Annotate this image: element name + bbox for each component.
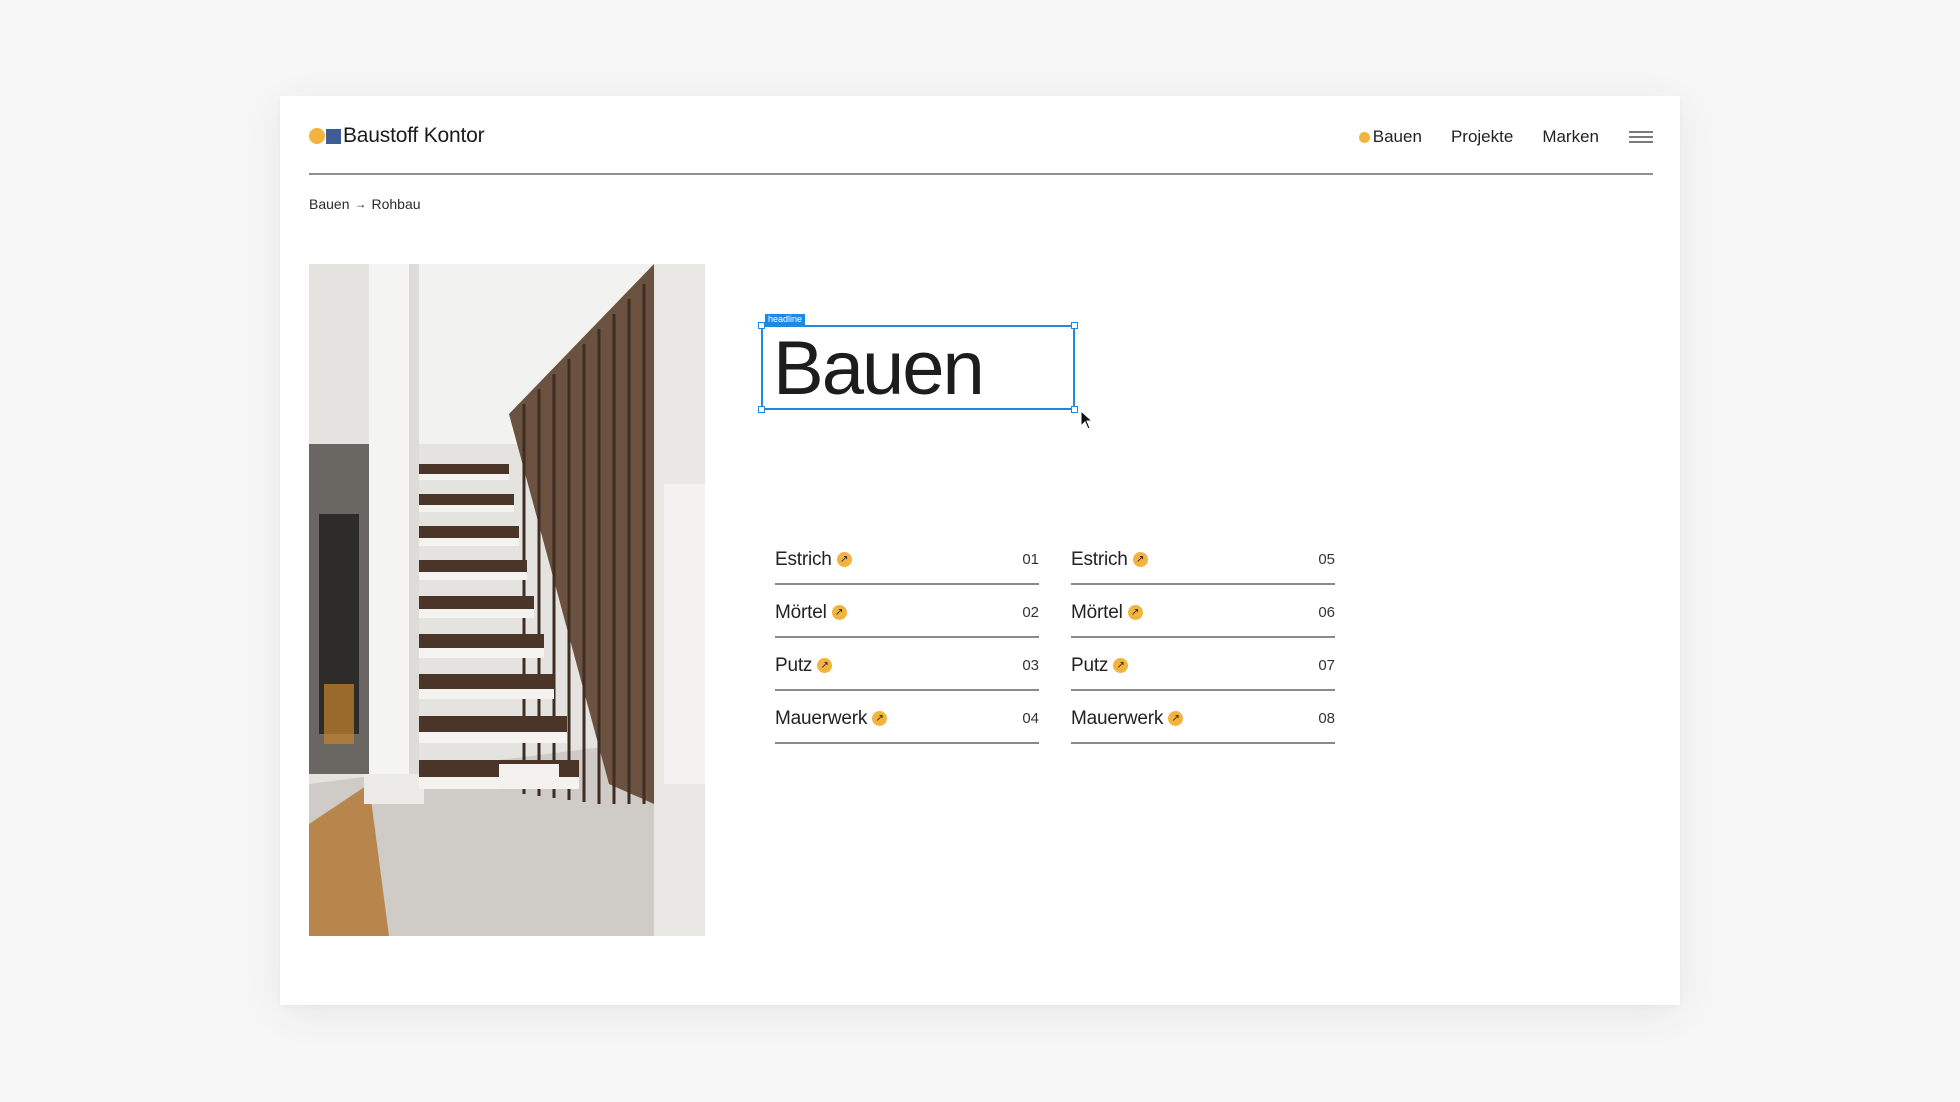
breadcrumb-item-rohbau: Rohbau [371, 196, 421, 212]
list-item[interactable]: Estrich ↗ 05 [1071, 532, 1335, 585]
list-item[interactable]: Estrich ↗ 01 [775, 532, 1039, 585]
list-item-number: 06 [1318, 604, 1335, 621]
list-item[interactable]: Mörtel ↗ 06 [1071, 585, 1335, 638]
logo-square-icon [326, 128, 341, 144]
material-list-column-2: Estrich ↗ 05 Mörtel ↗ 06 Putz ↗ 07 Mauer… [1071, 532, 1335, 744]
nav-item-marken[interactable]: Marken [1542, 127, 1599, 147]
arrow-up-right-icon: ↗ [1127, 605, 1143, 620]
list-item[interactable]: Mörtel ↗ 02 [775, 585, 1039, 638]
breadcrumb: Bauen → Rohbau [309, 196, 421, 212]
page-title[interactable]: Bauen [773, 331, 985, 407]
list-item-number: 02 [1022, 604, 1039, 621]
arrow-up-right-icon: ↗ [1113, 658, 1129, 673]
list-item-number: 07 [1318, 657, 1335, 674]
list-item[interactable]: Putz ↗ 07 [1071, 638, 1335, 691]
logo-dot-icon [309, 128, 325, 144]
arrow-up-right-icon: ↗ [872, 711, 888, 726]
logo-text: Baustoff Kontor [343, 124, 485, 147]
resize-handle-top-left[interactable] [758, 322, 765, 329]
staircase-photo [309, 264, 705, 936]
breadcrumb-item-bauen[interactable]: Bauen [309, 196, 349, 212]
list-item[interactable]: Mauerwerk ↗ 08 [1071, 691, 1335, 744]
material-list-column-1: Estrich ↗ 01 Mörtel ↗ 02 Putz ↗ 03 Mauer… [775, 532, 1039, 744]
staircase-illustration [309, 264, 705, 936]
nav-item-label: Bauen [1372, 127, 1422, 146]
arrow-up-right-icon: ↗ [1168, 711, 1184, 726]
active-dot-icon [1358, 131, 1370, 143]
list-item-label: Estrich [1071, 548, 1128, 570]
main-nav: Bauen Projekte Marken [1358, 127, 1653, 147]
list-item-label: Mauerwerk [775, 707, 868, 729]
resize-handle-bottom-left[interactable] [758, 406, 765, 413]
page-frame: Baustoff Kontor Bauen Projekte Marken Ba… [280, 96, 1680, 1005]
arrow-up-right-icon: ↗ [831, 605, 847, 620]
mouse-cursor-icon [1080, 410, 1094, 430]
resize-handle-bottom-right[interactable] [1071, 406, 1078, 413]
logo[interactable]: Baustoff Kontor [309, 124, 485, 148]
list-item-label: Putz [1071, 654, 1109, 676]
list-item-label: Mörtel [775, 601, 827, 623]
list-item-label: Mauerwerk [1071, 707, 1164, 729]
list-item[interactable]: Mauerwerk ↗ 04 [775, 691, 1039, 744]
list-item-label: Putz [775, 654, 813, 676]
arrow-up-right-icon: ↗ [817, 658, 833, 673]
hamburger-icon[interactable] [1629, 128, 1653, 146]
nav-item-bauen[interactable]: Bauen [1358, 127, 1422, 147]
list-item-label: Estrich [775, 548, 832, 570]
arrow-up-right-icon: ↗ [836, 552, 852, 567]
list-item-number: 05 [1318, 551, 1335, 568]
selection-tag: headline [765, 314, 806, 325]
breadcrumb-separator-icon: → [354, 197, 367, 211]
headline-selection-box[interactable]: headline Bauen [758, 314, 1078, 413]
list-item-number: 03 [1022, 657, 1039, 674]
nav-item-projekte[interactable]: Projekte [1451, 127, 1513, 147]
list-item-number: 01 [1022, 551, 1039, 568]
resize-handle-top-right[interactable] [1071, 322, 1078, 329]
site-header: Baustoff Kontor Bauen Projekte Marken [309, 96, 1653, 175]
nav-item-label: Projekte [1450, 127, 1514, 146]
list-item-number: 04 [1022, 710, 1039, 727]
arrow-up-right-icon: ↗ [1132, 552, 1148, 567]
list-item-label: Mörtel [1071, 601, 1123, 623]
list-item-number: 08 [1318, 710, 1335, 727]
nav-item-label: Marken [1542, 127, 1599, 146]
list-item[interactable]: Putz ↗ 03 [775, 638, 1039, 691]
